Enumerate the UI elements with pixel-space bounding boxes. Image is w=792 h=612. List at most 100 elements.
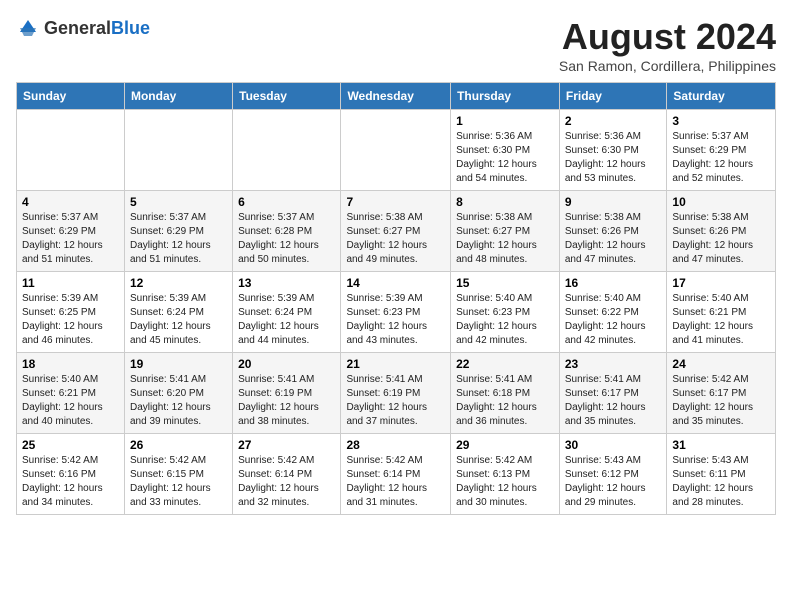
logo-text-blue: Blue: [111, 18, 150, 38]
day-number: 10: [672, 195, 770, 209]
calendar-cell: 17 Sunrise: 5:40 AM Sunset: 6:21 PM Dayli…: [667, 272, 776, 353]
week-row-4: 25Sunrise: 5:42 AM Sunset: 6:16 PM Dayli…: [17, 434, 776, 515]
day-number: 25: [22, 438, 119, 452]
day-number: 3: [672, 114, 770, 128]
day-number: 13: [238, 276, 335, 290]
day-number: 20: [238, 357, 335, 371]
day-info: Sunrise: 5:43 AM Sunset: 6:12 PM Dayligh…: [565, 454, 662, 510]
calendar-cell: 21 Sunrise: 5:41 AM Sunset: 6:19 PM Dayli…: [341, 353, 451, 434]
calendar-cell: 18 Sunrise: 5:40 AM Sunset: 6:21 PM Dayli…: [17, 353, 125, 434]
day-number: 17: [672, 276, 770, 290]
column-header-wednesday: Wednesday: [341, 83, 451, 110]
calendar-cell: 27Sunrise: 5:42 AM Sunset: 6:14 PM Dayli…: [233, 434, 341, 515]
day-number: 18: [22, 357, 119, 371]
day-info: Sunrise: 5:40 AM Sunset: 6:21 PM Dayligh…: [672, 292, 770, 348]
day-number: 24: [672, 357, 770, 371]
day-info: Sunrise: 5:41 AM Sunset: 6:19 PM Dayligh…: [238, 373, 335, 429]
calendar-cell: 28 Sunrise: 5:42 AM Sunset: 6:14 PM Dayli…: [341, 434, 451, 515]
logo: GeneralBlue: [16, 16, 150, 40]
column-header-tuesday: Tuesday: [233, 83, 341, 110]
calendar-cell: 11Sunrise: 5:39 AM Sunset: 6:25 PM Dayli…: [17, 272, 125, 353]
calendar-cell: 30Sunrise: 5:43 AM Sunset: 6:12 PM Dayli…: [559, 434, 667, 515]
day-number: 1: [456, 114, 554, 128]
day-number: 14: [346, 276, 445, 290]
week-row-0: 1 Sunrise: 5:36 AM Sunset: 6:30 PM Daylig…: [17, 110, 776, 191]
calendar-cell: 19 Sunrise: 5:41 AM Sunset: 6:20 PM Dayli…: [124, 353, 232, 434]
week-row-2: 11Sunrise: 5:39 AM Sunset: 6:25 PM Dayli…: [17, 272, 776, 353]
calendar-header-row: SundayMondayTuesdayWednesdayThursdayFrid…: [17, 83, 776, 110]
day-number: 31: [672, 438, 770, 452]
day-number: 23: [565, 357, 662, 371]
day-info: Sunrise: 5:38 AM Sunset: 6:27 PM Dayligh…: [346, 211, 445, 267]
day-info: Sunrise: 5:42 AM Sunset: 6:14 PM Dayligh…: [238, 454, 335, 510]
calendar-cell: 12 Sunrise: 5:39 AM Sunset: 6:24 PM Dayli…: [124, 272, 232, 353]
calendar-cell: 3 Sunrise: 5:37 AM Sunset: 6:29 PM Daylig…: [667, 110, 776, 191]
calendar-cell: 24 Sunrise: 5:42 AM Sunset: 6:17 PM Dayli…: [667, 353, 776, 434]
day-info: Sunrise: 5:37 AM Sunset: 6:29 PM Dayligh…: [672, 130, 770, 186]
day-number: 9: [565, 195, 662, 209]
day-number: 2: [565, 114, 662, 128]
day-number: 8: [456, 195, 554, 209]
calendar-cell: 4Sunrise: 5:37 AM Sunset: 6:29 PM Daylig…: [17, 191, 125, 272]
day-number: 5: [130, 195, 227, 209]
day-number: 29: [456, 438, 554, 452]
day-info: Sunrise: 5:43 AM Sunset: 6:11 PM Dayligh…: [672, 454, 770, 510]
day-number: 16: [565, 276, 662, 290]
day-info: Sunrise: 5:42 AM Sunset: 6:14 PM Dayligh…: [346, 454, 445, 510]
calendar-cell: 20 Sunrise: 5:41 AM Sunset: 6:19 PM Dayli…: [233, 353, 341, 434]
calendar-cell: 1 Sunrise: 5:36 AM Sunset: 6:30 PM Daylig…: [451, 110, 560, 191]
logo-text-general: General: [44, 18, 111, 38]
calendar-cell: [17, 110, 125, 191]
day-info: Sunrise: 5:38 AM Sunset: 6:26 PM Dayligh…: [672, 211, 770, 267]
column-header-saturday: Saturday: [667, 83, 776, 110]
column-header-friday: Friday: [559, 83, 667, 110]
calendar-cell: 15Sunrise: 5:40 AM Sunset: 6:23 PM Dayli…: [451, 272, 560, 353]
day-number: 21: [346, 357, 445, 371]
day-number: 6: [238, 195, 335, 209]
day-info: Sunrise: 5:36 AM Sunset: 6:30 PM Dayligh…: [565, 130, 662, 186]
day-info: Sunrise: 5:37 AM Sunset: 6:28 PM Dayligh…: [238, 211, 335, 267]
day-info: Sunrise: 5:42 AM Sunset: 6:13 PM Dayligh…: [456, 454, 554, 510]
location: San Ramon, Cordillera, Philippines: [559, 58, 776, 74]
day-info: Sunrise: 5:39 AM Sunset: 6:25 PM Dayligh…: [22, 292, 119, 348]
logo-icon: [16, 16, 40, 40]
day-info: Sunrise: 5:37 AM Sunset: 6:29 PM Dayligh…: [130, 211, 227, 267]
calendar-cell: 2 Sunrise: 5:36 AM Sunset: 6:30 PM Daylig…: [559, 110, 667, 191]
calendar-cell: 25Sunrise: 5:42 AM Sunset: 6:16 PM Dayli…: [17, 434, 125, 515]
day-number: 26: [130, 438, 227, 452]
calendar-cell: 13 Sunrise: 5:39 AM Sunset: 6:24 PM Dayli…: [233, 272, 341, 353]
calendar-cell: 16 Sunrise: 5:40 AM Sunset: 6:22 PM Dayli…: [559, 272, 667, 353]
day-info: Sunrise: 5:39 AM Sunset: 6:24 PM Dayligh…: [238, 292, 335, 348]
day-number: 28: [346, 438, 445, 452]
calendar-cell: 23Sunrise: 5:41 AM Sunset: 6:17 PM Dayli…: [559, 353, 667, 434]
calendar-cell: [341, 110, 451, 191]
calendar-cell: 26Sunrise: 5:42 AM Sunset: 6:15 PM Dayli…: [124, 434, 232, 515]
calendar-cell: 7Sunrise: 5:38 AM Sunset: 6:27 PM Daylig…: [341, 191, 451, 272]
day-number: 19: [130, 357, 227, 371]
column-header-thursday: Thursday: [451, 83, 560, 110]
calendar-cell: 8Sunrise: 5:38 AM Sunset: 6:27 PM Daylig…: [451, 191, 560, 272]
day-info: Sunrise: 5:42 AM Sunset: 6:17 PM Dayligh…: [672, 373, 770, 429]
column-header-sunday: Sunday: [17, 83, 125, 110]
calendar-cell: 10 Sunrise: 5:38 AM Sunset: 6:26 PM Dayli…: [667, 191, 776, 272]
day-info: Sunrise: 5:41 AM Sunset: 6:18 PM Dayligh…: [456, 373, 554, 429]
day-info: Sunrise: 5:36 AM Sunset: 6:30 PM Dayligh…: [456, 130, 554, 186]
day-info: Sunrise: 5:41 AM Sunset: 6:20 PM Dayligh…: [130, 373, 227, 429]
header: GeneralBlue August 2024 San Ramon, Cordi…: [16, 16, 776, 74]
day-info: Sunrise: 5:39 AM Sunset: 6:24 PM Dayligh…: [130, 292, 227, 348]
day-info: Sunrise: 5:37 AM Sunset: 6:29 PM Dayligh…: [22, 211, 119, 267]
day-info: Sunrise: 5:39 AM Sunset: 6:23 PM Dayligh…: [346, 292, 445, 348]
day-info: Sunrise: 5:38 AM Sunset: 6:26 PM Dayligh…: [565, 211, 662, 267]
week-row-1: 4Sunrise: 5:37 AM Sunset: 6:29 PM Daylig…: [17, 191, 776, 272]
day-number: 15: [456, 276, 554, 290]
month-year: August 2024: [559, 16, 776, 58]
calendar-cell: 5 Sunrise: 5:37 AM Sunset: 6:29 PM Daylig…: [124, 191, 232, 272]
title-area: August 2024 San Ramon, Cordillera, Phili…: [559, 16, 776, 74]
day-info: Sunrise: 5:41 AM Sunset: 6:19 PM Dayligh…: [346, 373, 445, 429]
day-info: Sunrise: 5:40 AM Sunset: 6:21 PM Dayligh…: [22, 373, 119, 429]
calendar-cell: 29 Sunrise: 5:42 AM Sunset: 6:13 PM Dayli…: [451, 434, 560, 515]
day-info: Sunrise: 5:40 AM Sunset: 6:22 PM Dayligh…: [565, 292, 662, 348]
column-header-monday: Monday: [124, 83, 232, 110]
calendar-cell: [124, 110, 232, 191]
day-number: 12: [130, 276, 227, 290]
